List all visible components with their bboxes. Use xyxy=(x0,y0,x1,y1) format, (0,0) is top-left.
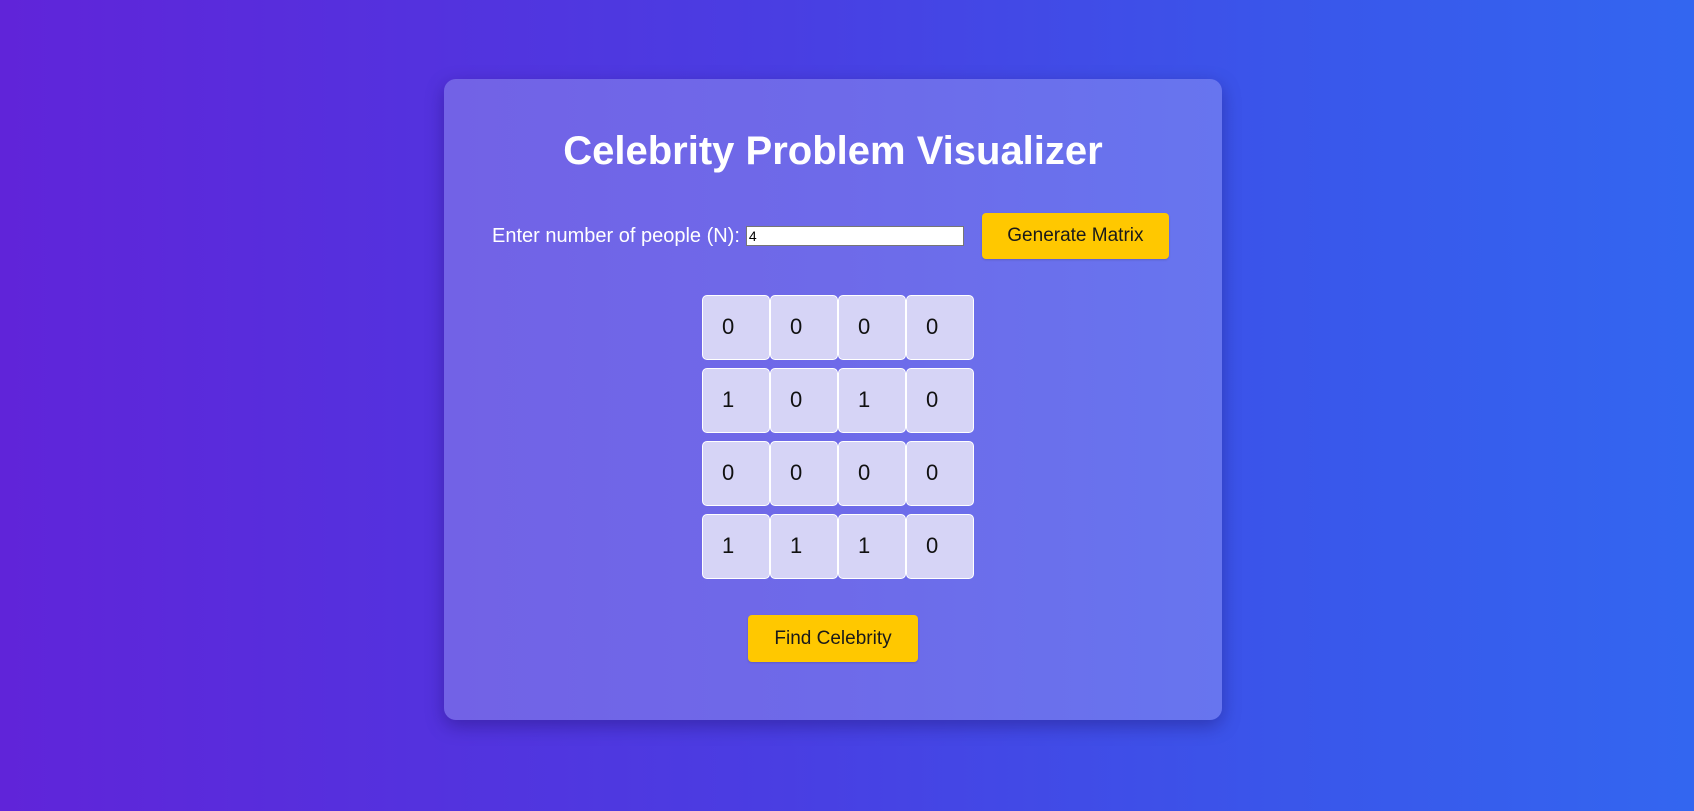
matrix-cell[interactable]: 0 xyxy=(838,295,906,360)
find-celebrity-button[interactable]: Find Celebrity xyxy=(748,615,918,662)
matrix-cell[interactable]: 1 xyxy=(702,368,770,433)
matrix-cell[interactable]: 0 xyxy=(906,441,974,506)
matrix-row: 1 0 1 0 xyxy=(702,368,974,433)
n-input-row: Enter number of people (N): Generate Mat… xyxy=(492,213,1169,259)
matrix-cell[interactable]: 0 xyxy=(906,368,974,433)
matrix-cell[interactable]: 1 xyxy=(838,368,906,433)
matrix-cell[interactable]: 1 xyxy=(838,514,906,579)
matrix-row: 1 1 1 0 xyxy=(702,514,974,579)
matrix-cell[interactable]: 0 xyxy=(702,295,770,360)
matrix-cell[interactable]: 1 xyxy=(770,514,838,579)
main-card: Celebrity Problem Visualizer Enter numbe… xyxy=(444,79,1222,720)
n-label: Enter number of people (N): xyxy=(492,224,740,247)
matrix-cell[interactable]: 1 xyxy=(702,514,770,579)
matrix-cell[interactable]: 0 xyxy=(770,368,838,433)
generate-matrix-button[interactable]: Generate Matrix xyxy=(981,213,1169,259)
matrix-row: 0 0 0 0 xyxy=(702,295,974,360)
matrix-cell[interactable]: 0 xyxy=(906,295,974,360)
adjacency-matrix: 0 0 0 0 1 0 1 0 0 0 0 0 1 1 1 0 xyxy=(702,295,974,587)
matrix-row: 0 0 0 0 xyxy=(702,441,974,506)
matrix-cell[interactable]: 0 xyxy=(770,441,838,506)
matrix-cell[interactable]: 0 xyxy=(702,441,770,506)
matrix-cell[interactable]: 0 xyxy=(838,441,906,506)
matrix-cell[interactable]: 0 xyxy=(906,514,974,579)
matrix-cell[interactable]: 0 xyxy=(770,295,838,360)
n-input[interactable] xyxy=(745,226,964,246)
page-title: Celebrity Problem Visualizer xyxy=(563,129,1103,173)
